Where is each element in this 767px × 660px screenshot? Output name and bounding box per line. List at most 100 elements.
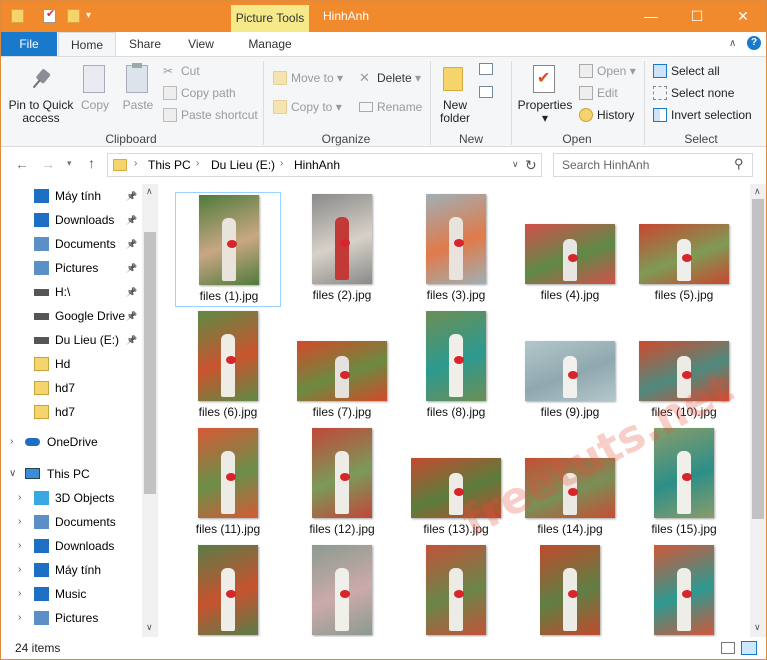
file-tile[interactable]: files (9).jpg <box>517 309 623 424</box>
breadcrumb-du-lieu[interactable]: Du Lieu (E:) <box>211 158 275 172</box>
nav-quick-item[interactable]: hd7 <box>1 400 141 424</box>
new-folder-icon[interactable] <box>67 9 80 23</box>
nav-scrollbar[interactable]: ∧ ∨ <box>142 184 158 637</box>
tab-file[interactable]: File <box>1 32 57 56</box>
expand-chevron-icon[interactable]: › <box>10 430 13 454</box>
copy-path-button[interactable]: Copy path <box>163 83 236 103</box>
new-item-icon[interactable] <box>479 63 493 75</box>
breadcrumb-chevron-icon[interactable]: › <box>196 158 199 169</box>
expand-chevron-icon[interactable]: › <box>18 510 21 534</box>
scroll-down-icon[interactable]: ∨ <box>146 622 153 633</box>
copy-to-button[interactable]: Copy to ▾ <box>273 97 342 117</box>
file-tile[interactable]: files (14).jpg <box>517 426 623 541</box>
nav-onedrive[interactable]: › OneDrive <box>1 430 141 454</box>
file-tile[interactable]: files (3).jpg <box>403 192 509 307</box>
file-tile[interactable]: files (13).jpg <box>403 426 509 541</box>
nav-quick-item[interactable]: Hd <box>1 352 141 376</box>
file-tile[interactable] <box>403 543 509 637</box>
quick-access-dropdown-icon[interactable]: ▾ <box>86 10 91 21</box>
address-dropdown-icon[interactable]: ∨ <box>512 159 519 170</box>
invert-selection-button[interactable]: Invert selection <box>653 105 752 125</box>
paste-shortcut-button[interactable]: Paste shortcut <box>163 105 258 125</box>
nav-pc-item[interactable]: › Máy tính <box>1 558 141 582</box>
nav-quick-item[interactable]: Pictures 📌 <box>1 256 141 280</box>
paste-button[interactable]: Paste <box>119 99 157 112</box>
close-button[interactable]: ✕ <box>720 1 766 32</box>
nav-scrollbar-thumb[interactable] <box>144 232 156 494</box>
nav-pc-item[interactable]: › Downloads <box>1 534 141 558</box>
copy-button[interactable]: Copy <box>77 99 113 112</box>
minimize-button[interactable]: — <box>628 1 674 32</box>
properties-check-icon[interactable]: ✔ <box>43 8 56 23</box>
properties-button[interactable]: Properties ▾ <box>516 99 574 125</box>
large-icons-view-icon[interactable] <box>741 641 757 655</box>
tab-home[interactable]: Home <box>58 32 116 57</box>
address-bar[interactable]: › This PC › Du Lieu (E:) › HinhAnh ∨ <box>107 153 542 177</box>
file-tile[interactable]: files (11).jpg <box>175 426 281 541</box>
rename-button[interactable]: Rename <box>359 97 422 117</box>
file-tile[interactable]: files (2).jpg <box>289 192 395 307</box>
details-view-icon[interactable] <box>721 642 735 654</box>
file-tile[interactable]: files (12).jpg <box>289 426 395 541</box>
breadcrumb-hinhanh[interactable]: HinhAnh <box>294 158 340 172</box>
new-folder-button[interactable]: New folder <box>433 99 477 125</box>
expand-chevron-icon[interactable]: › <box>18 582 21 606</box>
content-scrollbar-thumb[interactable] <box>752 199 764 519</box>
file-tile[interactable]: files (7).jpg <box>289 309 395 424</box>
file-tile[interactable] <box>175 543 281 637</box>
select-none-button[interactable]: Select none <box>653 83 734 103</box>
move-to-button[interactable]: Move to ▾ <box>273 68 343 88</box>
file-tile[interactable]: files (15).jpg <box>631 426 737 541</box>
search-input[interactable]: Search HinhAnh ⚲ <box>553 153 753 177</box>
expand-chevron-icon[interactable]: › <box>18 606 21 630</box>
collapse-chevron-icon[interactable]: ∨ <box>9 462 16 486</box>
file-tile[interactable]: files (8).jpg <box>403 309 509 424</box>
file-tile[interactable]: files (10).jpg <box>631 309 737 424</box>
breadcrumb-this-pc[interactable]: This PC <box>148 158 191 172</box>
cut-button[interactable]: ✂ Cut <box>163 61 200 81</box>
maximize-button[interactable]: ☐ <box>674 1 720 32</box>
back-arrow-icon[interactable]: ← <box>15 156 29 172</box>
refresh-icon[interactable]: ↻ <box>525 157 537 174</box>
recent-locations-icon[interactable]: ▾ <box>67 158 72 169</box>
nav-quick-item[interactable]: Documents 📌 <box>1 232 141 256</box>
file-tile[interactable]: files (1).jpg <box>175 192 281 307</box>
pin-quick-access-button[interactable]: Pin to Quick access <box>5 99 77 125</box>
scroll-up-icon[interactable]: ∧ <box>146 186 153 197</box>
expand-chevron-icon[interactable]: › <box>18 534 21 558</box>
delete-button[interactable]: ✕ Delete ▾ <box>359 68 421 88</box>
breadcrumb-chevron-icon[interactable]: › <box>134 158 137 169</box>
forward-arrow-icon[interactable]: → <box>41 156 55 172</box>
nav-quick-item[interactable]: H:\ 📌 <box>1 280 141 304</box>
file-tile[interactable]: files (4).jpg <box>517 192 623 307</box>
nav-quick-item[interactable]: Du Lieu (E:) 📌 <box>1 328 141 352</box>
file-tile[interactable] <box>631 543 737 637</box>
nav-this-pc[interactable]: ∨ This PC <box>1 462 141 486</box>
scroll-down-icon[interactable]: ∨ <box>754 622 761 633</box>
edit-button[interactable]: Edit <box>579 83 618 103</box>
nav-quick-item[interactable]: Downloads 📌 <box>1 208 141 232</box>
history-button[interactable]: History <box>579 105 634 125</box>
nav-pc-item[interactable]: › Pictures <box>1 606 141 630</box>
tab-share[interactable]: Share <box>119 32 171 56</box>
nav-pc-item[interactable]: › Documents <box>1 510 141 534</box>
tab-view[interactable]: View <box>173 32 229 56</box>
breadcrumb-chevron-icon[interactable]: › <box>280 158 283 169</box>
tab-manage[interactable]: Manage <box>233 32 307 56</box>
select-all-button[interactable]: Select all <box>653 61 720 81</box>
help-icon[interactable]: ? <box>747 36 761 50</box>
file-tile[interactable]: files (5).jpg <box>631 192 737 307</box>
collapse-ribbon-icon[interactable]: ∧ <box>729 38 736 49</box>
up-arrow-icon[interactable]: ↑ <box>88 155 95 171</box>
nav-quick-item[interactable]: Google Drive 📌 <box>1 304 141 328</box>
nav-pc-item[interactable]: › 3D Objects <box>1 486 141 510</box>
file-tile[interactable] <box>517 543 623 637</box>
nav-pc-item[interactable]: › Music <box>1 582 141 606</box>
content-scrollbar[interactable]: ∧ ∨ <box>750 184 766 637</box>
nav-quick-item[interactable]: hd7 <box>1 376 141 400</box>
expand-chevron-icon[interactable]: › <box>18 486 21 510</box>
scroll-up-icon[interactable]: ∧ <box>754 186 761 197</box>
nav-quick-item[interactable]: Máy tính 📌 <box>1 184 141 208</box>
file-tile[interactable]: files (6).jpg <box>175 309 281 424</box>
file-tile[interactable] <box>289 543 395 637</box>
